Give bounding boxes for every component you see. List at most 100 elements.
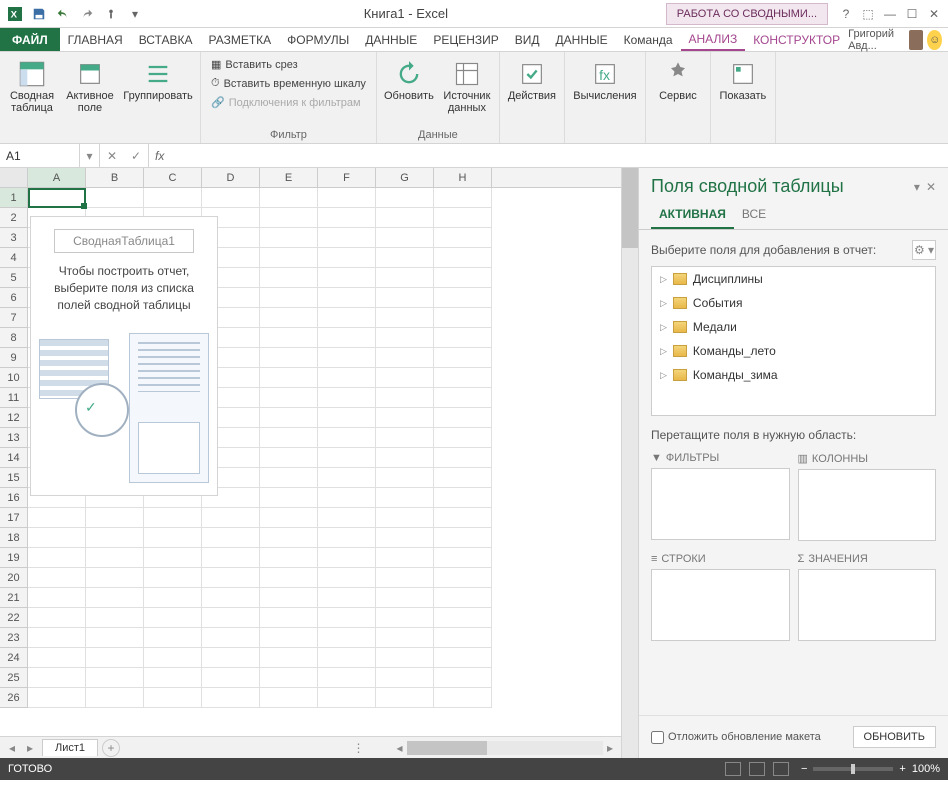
cell[interactable] (28, 528, 86, 548)
expand-icon[interactable]: ▷ (660, 274, 667, 285)
row-header[interactable]: 17 (0, 508, 28, 528)
cell[interactable] (376, 688, 434, 708)
cell[interactable] (260, 248, 318, 268)
row-header[interactable]: 1 (0, 188, 28, 208)
cell[interactable] (434, 568, 492, 588)
cell[interactable] (260, 588, 318, 608)
cell[interactable] (28, 628, 86, 648)
undo-icon[interactable] (52, 3, 74, 25)
row-header[interactable]: 14 (0, 448, 28, 468)
active-field-button[interactable]: Активное поле (64, 56, 116, 118)
cell[interactable] (144, 528, 202, 548)
columns-area[interactable] (798, 469, 937, 541)
grid-body[interactable]: СводнаяТаблица1 Чтобы построить отчет, в… (0, 188, 621, 736)
cell[interactable] (260, 208, 318, 228)
cell[interactable] (434, 508, 492, 528)
column-header[interactable]: B (86, 168, 144, 187)
cell[interactable] (144, 608, 202, 628)
cell[interactable] (260, 408, 318, 428)
cell[interactable] (202, 688, 260, 708)
cell[interactable] (144, 568, 202, 588)
cell[interactable] (376, 528, 434, 548)
accept-formula-icon[interactable]: ✓ (124, 149, 148, 163)
tab-review[interactable]: РЕЦЕНЗИР (425, 28, 506, 51)
cell[interactable] (376, 408, 434, 428)
cell[interactable] (260, 488, 318, 508)
row-header[interactable]: 9 (0, 348, 28, 368)
tab-analyze[interactable]: АНАЛИЗ (681, 28, 746, 51)
cell[interactable] (86, 628, 144, 648)
refresh-button[interactable]: Обновить (383, 56, 435, 106)
cell[interactable] (376, 608, 434, 628)
cell[interactable] (318, 588, 376, 608)
cell[interactable] (318, 628, 376, 648)
cell[interactable] (260, 668, 318, 688)
cell[interactable] (318, 568, 376, 588)
field-item[interactable]: ▷Медали (652, 315, 935, 339)
row-header[interactable]: 22 (0, 608, 28, 628)
user-area[interactable]: Григорий Авд... ☺ (848, 28, 948, 51)
cell[interactable] (86, 508, 144, 528)
row-header[interactable]: 5 (0, 268, 28, 288)
cell[interactable] (434, 488, 492, 508)
cell[interactable] (318, 188, 376, 208)
field-list[interactable]: ▷Дисциплины▷События▷Медали▷Команды_лето▷… (651, 266, 936, 416)
cell[interactable] (318, 388, 376, 408)
cell[interactable] (434, 208, 492, 228)
fx-label[interactable]: fx (149, 144, 170, 167)
cell[interactable] (86, 568, 144, 588)
cell[interactable] (260, 508, 318, 528)
cell[interactable] (28, 588, 86, 608)
cell[interactable] (86, 528, 144, 548)
cell[interactable] (434, 228, 492, 248)
update-button[interactable]: ОБНОВИТЬ (853, 726, 936, 748)
column-header[interactable]: H (434, 168, 492, 187)
cell[interactable] (260, 268, 318, 288)
name-box-dropdown[interactable]: ▾ (80, 144, 100, 167)
field-item[interactable]: ▷Дисциплины (652, 267, 935, 291)
cell[interactable] (260, 568, 318, 588)
close-icon[interactable]: ✕ (924, 4, 944, 24)
row-header[interactable]: 4 (0, 248, 28, 268)
ribbon-toggle-icon[interactable]: ⬚ (858, 4, 878, 24)
spreadsheet-grid[interactable]: ABCDEFGH СводнаяТаблица1 Чтобы построить… (0, 168, 622, 758)
cell[interactable] (144, 588, 202, 608)
cell[interactable] (376, 348, 434, 368)
row-header[interactable]: 3 (0, 228, 28, 248)
cell[interactable] (376, 188, 434, 208)
vertical-scrollbar[interactable] (622, 168, 638, 758)
cell[interactable] (260, 228, 318, 248)
cell[interactable] (318, 308, 376, 328)
cell[interactable] (28, 568, 86, 588)
filters-area[interactable] (651, 468, 790, 540)
cell[interactable] (86, 548, 144, 568)
cell[interactable] (260, 628, 318, 648)
cell[interactable] (202, 588, 260, 608)
cell[interactable] (376, 468, 434, 488)
cell[interactable] (318, 688, 376, 708)
cell[interactable] (28, 668, 86, 688)
column-header[interactable]: A (28, 168, 86, 187)
field-item[interactable]: ▷События (652, 291, 935, 315)
cell[interactable] (260, 528, 318, 548)
excel-icon[interactable]: X (4, 3, 26, 25)
tab-file[interactable]: ФАЙЛ (0, 28, 60, 51)
column-header[interactable]: D (202, 168, 260, 187)
cell[interactable] (318, 488, 376, 508)
column-header[interactable]: E (260, 168, 318, 187)
cell[interactable] (202, 668, 260, 688)
cell[interactable] (144, 628, 202, 648)
defer-checkbox-label[interactable]: Отложить обновление макета (651, 731, 845, 744)
cell[interactable] (434, 448, 492, 468)
row-header[interactable]: 26 (0, 688, 28, 708)
cell[interactable] (318, 368, 376, 388)
row-header[interactable]: 18 (0, 528, 28, 548)
cell[interactable] (434, 188, 492, 208)
zoom-out-icon[interactable]: − (801, 763, 807, 775)
expand-icon[interactable]: ▷ (660, 322, 667, 333)
cell[interactable] (376, 368, 434, 388)
cell[interactable] (318, 268, 376, 288)
column-header[interactable]: F (318, 168, 376, 187)
panel-tab-all[interactable]: ВСЕ (734, 201, 774, 229)
tab-home[interactable]: ГЛАВНАЯ (60, 28, 131, 51)
